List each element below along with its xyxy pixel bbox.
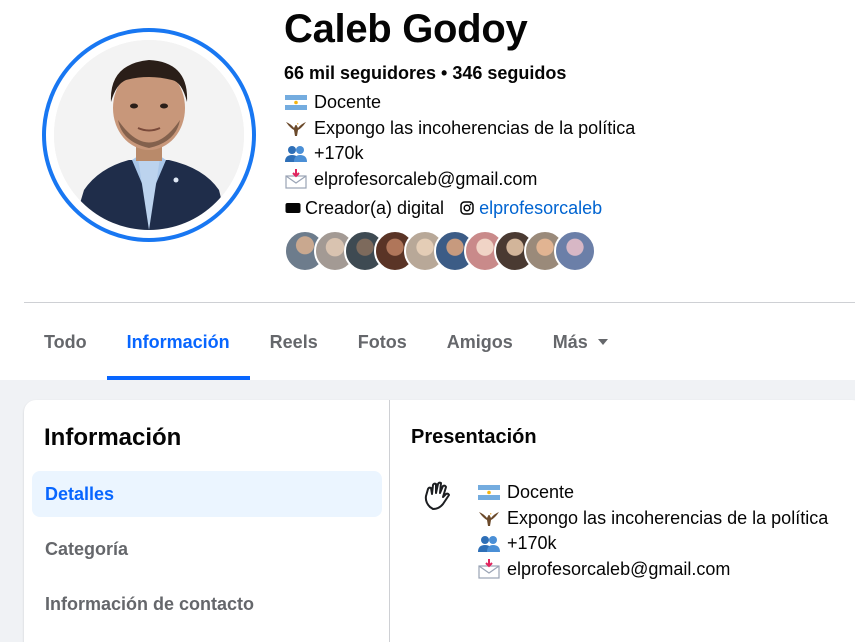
profile-info: Caleb Godoy 66 mil seguidores • 346 segu… [284, 6, 844, 220]
bio-text: +170k [314, 143, 364, 163]
bio-text: Expongo las incoherencias de la política [314, 117, 636, 138]
presentation-line: +170k [477, 531, 828, 557]
about-menu-categoria[interactable]: Categoría [32, 526, 382, 572]
about-menu-detalles[interactable]: Detalles [32, 471, 382, 517]
tab-fotos[interactable]: Fotos [338, 304, 427, 380]
profile-picture-frame[interactable] [42, 28, 256, 242]
profile-header: Caleb Godoy 66 mil seguidores • 346 segu… [0, 0, 855, 380]
argentina-flag-icon [284, 93, 308, 113]
about-card: Información Detalles Categoría Informaci… [24, 400, 855, 642]
presentation-line: Expongo las incoherencias de la política [477, 506, 828, 532]
profile-tabs: Todo Información Reels Fotos Amigos Más [24, 304, 628, 380]
presentation-line: elprofesorcaleb@gmail.com [477, 557, 828, 583]
follower-count[interactable]: 66 mil seguidores • 346 seguidos [284, 62, 844, 84]
presentation-text: elprofesorcaleb@gmail.com [507, 558, 731, 579]
profile-name: Caleb Godoy [284, 7, 528, 51]
eagle-icon [477, 508, 501, 528]
intro-bio: Docente Expongo las incoherencias de la … [284, 90, 844, 192]
bio-line: Expongo las incoherencias de la política [284, 116, 844, 142]
instagram-icon [458, 199, 476, 217]
bio-line: Docente [284, 90, 844, 116]
video-badge-icon [284, 199, 302, 217]
about-title: Información [44, 424, 182, 451]
presentation-text: Expongo las incoherencias de la política [507, 507, 829, 528]
about-sidebar: Información Detalles Categoría Informaci… [24, 400, 390, 642]
presentation-text: Docente [507, 482, 575, 502]
caret-down-icon [597, 339, 608, 345]
people-icon [284, 144, 308, 164]
tab-informacion[interactable]: Información [106, 304, 250, 380]
argentina-flag-icon [477, 483, 501, 503]
friend-avatar[interactable] [554, 230, 596, 272]
people-icon [477, 534, 501, 554]
category-label: Creador(a) digital [305, 198, 445, 218]
header-divider [24, 302, 855, 303]
envelope-arrow-icon [477, 559, 501, 579]
tab-mas-label: Más [552, 331, 588, 352]
instagram-link[interactable]: elprofesorcaleb [479, 196, 602, 220]
section-title: Presentación [411, 426, 537, 448]
bio-line: elprofesorcaleb@gmail.com [284, 167, 844, 193]
envelope-arrow-icon [284, 169, 308, 189]
bio-line: +170k [284, 141, 844, 167]
about-menu-contacto[interactable]: Información de contacto [32, 581, 382, 627]
tab-reels[interactable]: Reels [250, 304, 338, 380]
profile-meta: Creador(a) digital elprofesorcaleb [284, 196, 844, 220]
avatar-photo [54, 40, 244, 230]
presentation-text: +170k [507, 533, 557, 553]
bio-text: elprofesorcaleb@gmail.com [314, 168, 538, 189]
tab-amigos[interactable]: Amigos [427, 304, 533, 380]
about-content: Presentación Docente Expongo las incoher… [411, 400, 855, 642]
waving-hand-icon [421, 480, 453, 512]
tab-mas[interactable]: Más [533, 304, 628, 380]
bio-text: Docente [314, 92, 382, 112]
presentation-line: Docente [477, 480, 828, 506]
avatar[interactable] [54, 40, 244, 230]
eagle-icon [284, 118, 308, 138]
presentation-lines: Docente Expongo las incoherencias de la … [477, 480, 828, 582]
mutual-friends-avatars[interactable] [284, 230, 596, 272]
about-page: Información Detalles Categoría Informaci… [0, 380, 855, 642]
tab-todo[interactable]: Todo [24, 304, 107, 380]
